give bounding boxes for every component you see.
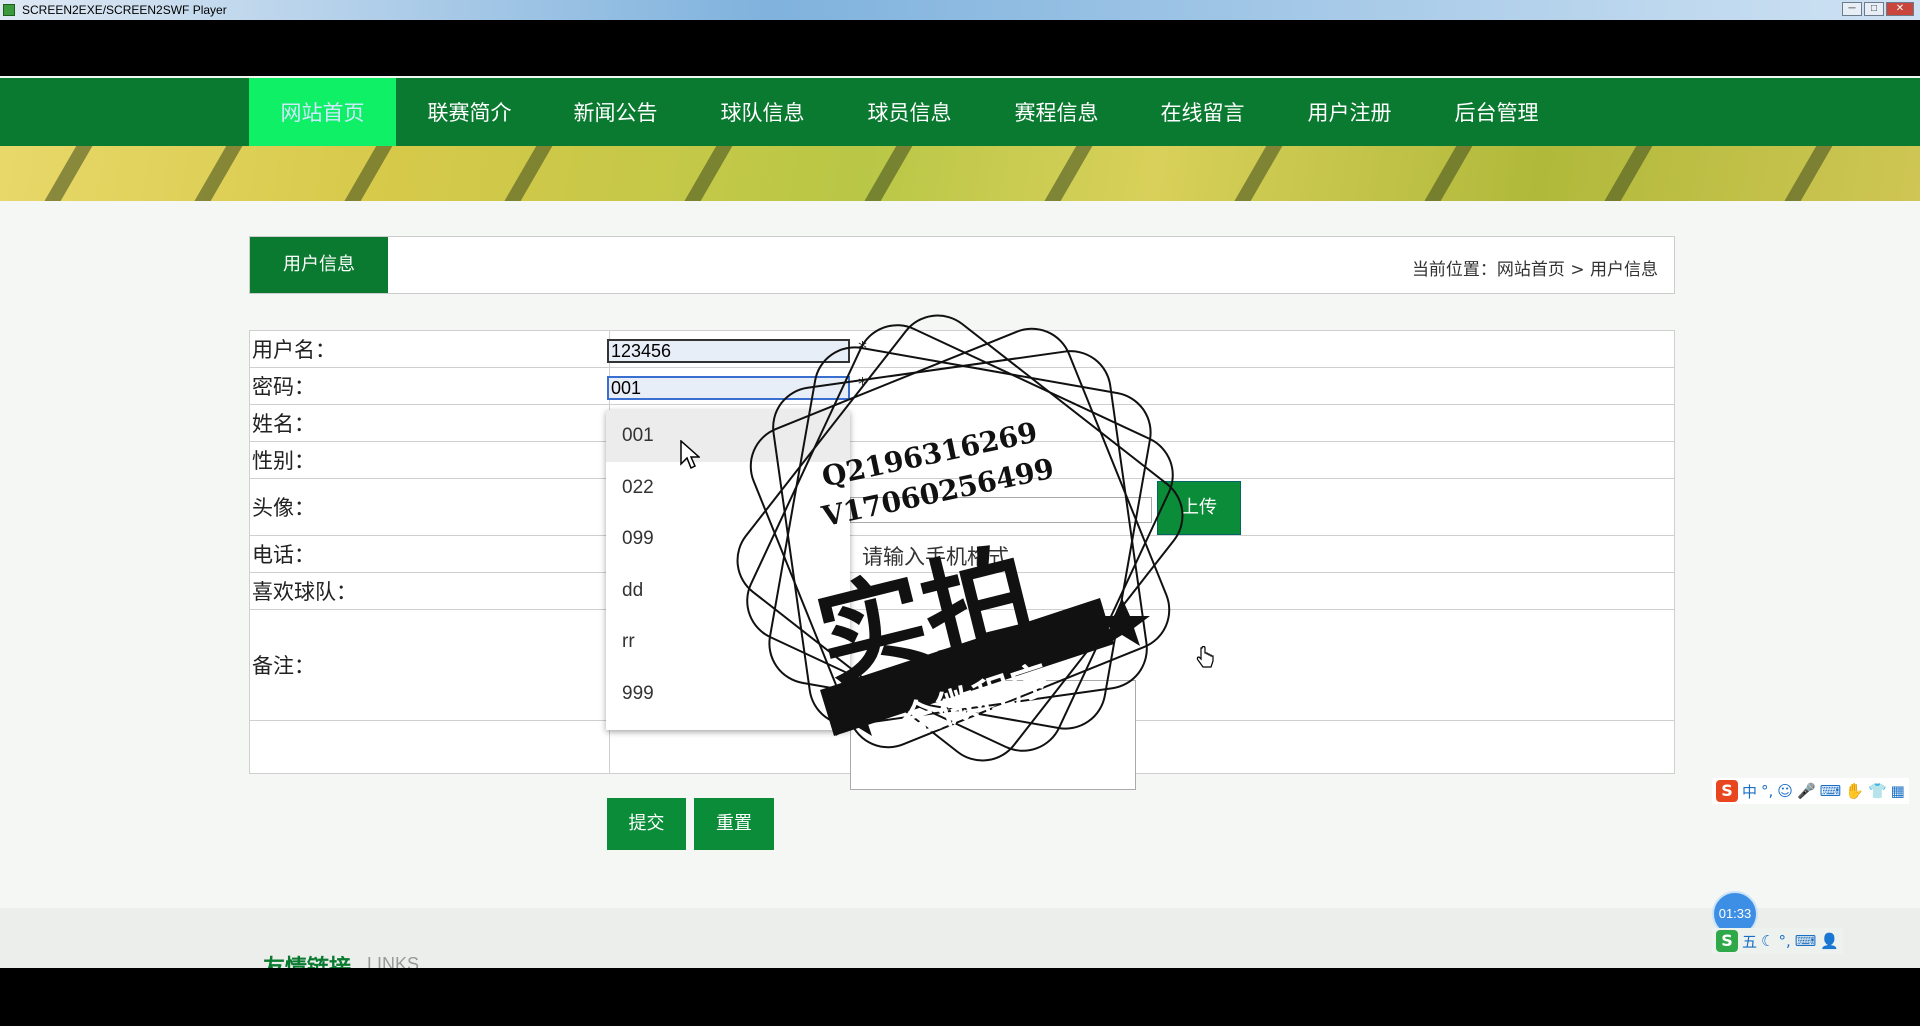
window-title: SCREEN2EXE/SCREEN2SWF Player <box>22 3 227 17</box>
nav-item-news[interactable]: 新闻公告 <box>542 78 689 148</box>
name-label: 姓名： <box>249 404 610 442</box>
minimize-button[interactable]: ─ <box>1842 2 1862 16</box>
breadcrumb: 当前位置：网站首页 > 用户信息 <box>1411 260 1658 280</box>
ime-toolbar-bottom: S 五 ☾ °, ⌨ 👤 <box>1712 928 1844 954</box>
nav-item-admin[interactable]: 后台管理 <box>1423 78 1570 148</box>
window-controls: ─ □ ✕ <box>1842 2 1914 16</box>
nav-item-league-intro[interactable]: 联赛简介 <box>396 78 543 148</box>
main-nav: 网站首页 联赛简介 新闻公告 球队信息 球员信息 赛程信息 在线留言 用户注册 … <box>0 76 1920 148</box>
links-title: 友情链接 <box>263 950 351 968</box>
nav-item-players[interactable]: 球员信息 <box>836 78 983 148</box>
header-banner <box>0 146 1920 201</box>
ime-moon-icon[interactable]: ☾ <box>1761 932 1774 950</box>
ime-lang-toggle[interactable]: 中 <box>1742 781 1757 802</box>
ime-punct-icon[interactable]: °, <box>1761 782 1773 800</box>
ime-handwrite-icon[interactable]: ✋ <box>1845 782 1864 800</box>
phone-label: 电话： <box>249 535 610 573</box>
ime-menu-icon[interactable]: ▦ <box>1891 782 1905 800</box>
username-label: 用户名： <box>249 330 610 368</box>
maximize-button[interactable]: □ <box>1864 2 1884 16</box>
reset-button[interactable]: 重置 <box>694 798 774 850</box>
close-button[interactable]: ✕ <box>1886 2 1914 16</box>
ime-keyboard-icon-bottom[interactable]: ⌨ <box>1795 932 1817 950</box>
page-viewport: 网站首页 联赛简介 新闻公告 球队信息 球员信息 赛程信息 在线留言 用户注册 … <box>0 76 1920 968</box>
password-label: 密码： <box>249 367 610 405</box>
links-subtitle: LINKS <box>367 954 420 968</box>
ime-toolbar-top: S 中 °, ☺ 🎤 ⌨ ✋ 👕 ▦ <box>1712 778 1909 804</box>
ime-punct-icon-bottom[interactable]: °, <box>1778 932 1790 950</box>
nav-item-teams[interactable]: 球队信息 <box>689 78 836 148</box>
nav-item-messages[interactable]: 在线留言 <box>1129 78 1276 148</box>
arrow-cursor-icon <box>680 440 700 470</box>
ime-voice-icon[interactable]: 🎤 <box>1797 782 1816 800</box>
ime-skin-icon[interactable]: 👕 <box>1868 782 1887 800</box>
remark-label: 备注： <box>249 609 610 721</box>
ime-keyboard-icon[interactable]: ⌨ <box>1820 782 1842 800</box>
footer: 友情链接 LINKS <box>0 908 1920 968</box>
nav-item-home[interactable]: 网站首页 <box>249 78 396 148</box>
submit-button[interactable]: 提交 <box>607 798 686 850</box>
ime-wubi-mode[interactable]: 五 <box>1742 931 1757 952</box>
section-tab: 用户信息 <box>250 237 388 293</box>
section-header: 用户信息 当前位置：网站首页 > 用户信息 <box>249 236 1675 294</box>
nav-item-schedule[interactable]: 赛程信息 <box>983 78 1130 148</box>
ime-user-icon[interactable]: 👤 <box>1820 932 1839 950</box>
team-label: 喜欢球队： <box>249 572 610 610</box>
gender-label: 性别： <box>249 441 610 479</box>
avatar-label: 头像： <box>249 478 610 536</box>
nav-item-register[interactable]: 用户注册 <box>1276 78 1423 148</box>
ime-logo-icon: S <box>1716 780 1738 802</box>
ime-wubi-logo-icon: S <box>1716 930 1738 952</box>
watermark-stamp: Q2196316269 V17060256499 实拍 全微程序 <box>720 298 1200 778</box>
ime-emoji-icon[interactable]: ☺ <box>1777 782 1793 800</box>
app-icon <box>3 4 15 16</box>
window-titlebar: SCREEN2EXE/SCREEN2SWF Player ─ □ ✕ <box>0 0 1920 20</box>
